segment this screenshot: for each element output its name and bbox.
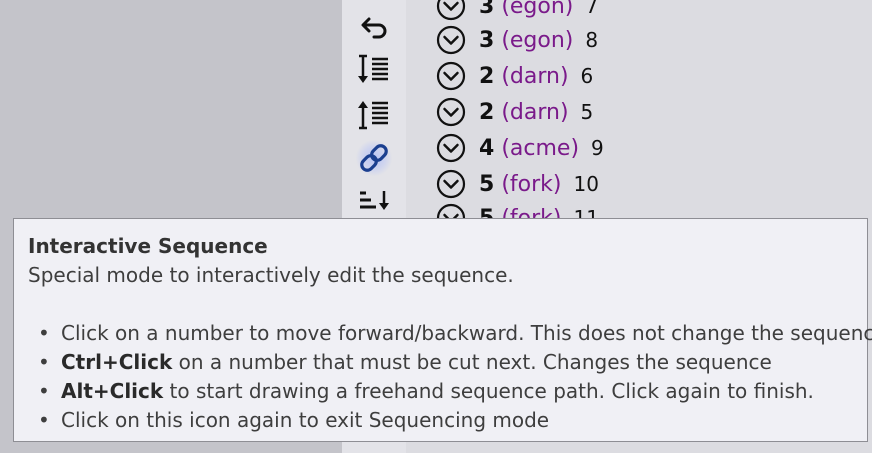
sequence-name: (darn) xyxy=(501,99,569,125)
sequence-number[interactable]: 4 xyxy=(479,136,494,161)
chevron-down-icon[interactable] xyxy=(436,97,466,127)
list-item[interactable]: 2 (darn) 6 xyxy=(436,59,593,93)
sequence-number[interactable]: 2 xyxy=(479,64,494,89)
undo-button[interactable] xyxy=(356,10,392,46)
chevron-down-icon[interactable] xyxy=(436,25,466,55)
tooltip-item-text: Click on this icon again to exit Sequenc… xyxy=(61,408,550,432)
tooltip-item: • Click on a number to move forward/back… xyxy=(28,319,872,348)
tooltip-item-text: to start drawing a freehand sequence pat… xyxy=(163,379,814,403)
sequence-name: (fork) xyxy=(501,171,562,197)
chevron-down-icon[interactable] xyxy=(436,169,466,199)
list-item[interactable]: 3 (egon) 7 xyxy=(436,0,598,23)
tooltip-item-text: on a number that must be cut next. Chang… xyxy=(172,350,772,374)
sequence-count: 5 xyxy=(580,100,594,124)
sequence-name: (egon) xyxy=(501,0,574,19)
sequence-name: (egon) xyxy=(501,27,574,53)
tooltip-title: Interactive Sequence xyxy=(28,234,268,258)
sort-up-icon xyxy=(358,101,388,130)
sequence-count: 9 xyxy=(591,136,604,160)
bullet: • xyxy=(38,379,50,403)
tooltip-item: • Ctrl+Click on a number that must be cu… xyxy=(28,348,867,377)
sort-up-button[interactable] xyxy=(356,96,392,132)
tooltip-shortcut: Alt+Click xyxy=(61,379,164,403)
undo-icon xyxy=(361,17,387,39)
list-item[interactable]: 2 (darn) 5 xyxy=(436,95,593,129)
sort-bars-button[interactable] xyxy=(356,184,392,220)
sequence-name: (darn) xyxy=(501,63,569,89)
tooltip: Interactive Sequence Special mode to int… xyxy=(13,218,872,442)
sequence-count: 10 xyxy=(573,172,599,196)
bullet: • xyxy=(38,350,50,374)
sequence-name: (acme) xyxy=(501,135,580,161)
tooltip-subtitle: Special mode to interactively edit the s… xyxy=(28,263,514,287)
interactive-sequence-button[interactable] xyxy=(356,140,392,176)
tooltip-item-text: Click on a number to move forward/backwa… xyxy=(61,321,872,345)
link-icon xyxy=(360,144,388,172)
chevron-down-icon[interactable] xyxy=(436,133,466,163)
bullet: • xyxy=(38,408,50,432)
sequence-number[interactable]: 2 xyxy=(479,100,494,125)
tooltip-item: • Alt+Click to start drawing a freehand … xyxy=(28,377,867,406)
sort-down-icon xyxy=(358,54,388,83)
sequence-count: 7 xyxy=(585,0,599,18)
list-item[interactable]: 5 (fork) 10 xyxy=(436,167,599,201)
sequence-number[interactable]: 3 xyxy=(479,0,494,19)
sequence-count: 6 xyxy=(580,64,594,88)
tooltip-item: • Click on this icon again to exit Seque… xyxy=(28,406,867,435)
bullet: • xyxy=(38,321,50,345)
sort-down-button[interactable] xyxy=(356,52,392,88)
chevron-down-icon[interactable] xyxy=(436,0,466,21)
list-item[interactable]: 4 (acme) 9 xyxy=(436,131,604,165)
sort-bars-icon xyxy=(360,191,389,210)
tooltip-list: • Click on a number to move forward/back… xyxy=(28,319,872,435)
sequence-number[interactable]: 5 xyxy=(479,172,494,197)
sequence-number[interactable]: 3 xyxy=(479,28,494,53)
tooltip-shortcut: Ctrl+Click xyxy=(61,350,173,374)
chevron-down-icon[interactable] xyxy=(436,61,466,91)
sequence-count: 8 xyxy=(585,28,599,52)
list-item[interactable]: 3 (egon) 8 xyxy=(436,23,598,57)
